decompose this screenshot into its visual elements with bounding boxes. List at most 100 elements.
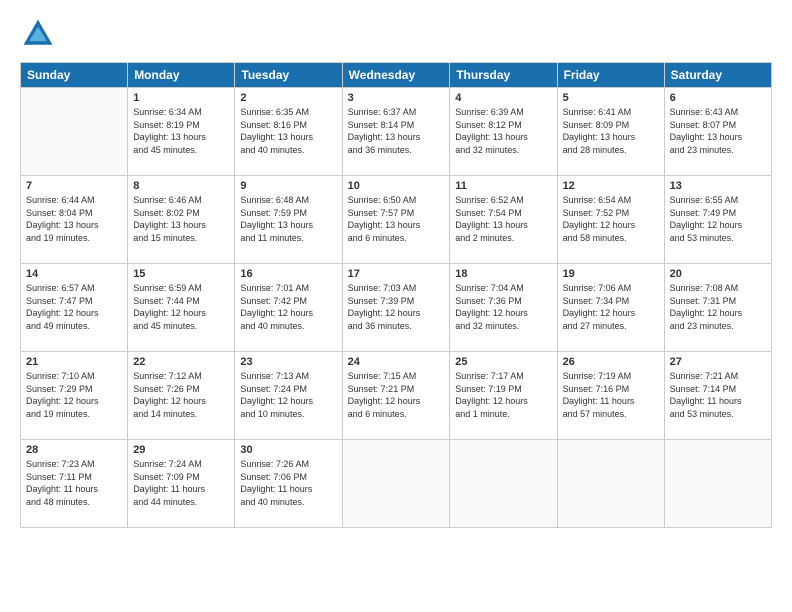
calendar-cell: 16Sunrise: 7:01 AM Sunset: 7:42 PM Dayli… — [235, 264, 342, 352]
calendar-cell — [664, 440, 771, 528]
day-info: Sunrise: 7:03 AM Sunset: 7:39 PM Dayligh… — [348, 282, 445, 332]
calendar-cell: 8 Sunrise: 6:46 AM Sunset: 8:02 PM Daylig… — [128, 176, 235, 264]
calendar-week-4: 21 Sunrise: 7:10 AM Sunset: 7:29 PM Dayli… — [21, 352, 772, 440]
calendar-header-row: SundayMondayTuesdayWednesdayThursdayFrid… — [21, 63, 772, 88]
calendar-cell: 12 Sunrise: 6:54 AM Sunset: 7:52 PM Dayli… — [557, 176, 664, 264]
column-header-tuesday: Tuesday — [235, 63, 342, 88]
day-number: 28 — [26, 444, 122, 456]
day-info: Sunrise: 6:43 AM Sunset: 8:07 PM Dayligh… — [670, 106, 766, 156]
calendar-cell: 27 Sunrise: 7:21 AM Sunset: 7:14 PM Dayli… — [664, 352, 771, 440]
day-info: Sunrise: 7:13 AM Sunset: 7:24 PM Dayligh… — [240, 370, 336, 420]
calendar-cell: 14 Sunrise: 6:57 AM Sunset: 7:47 PM Dayli… — [21, 264, 128, 352]
day-info: Sunrise: 7:24 AM Sunset: 7:09 PM Dayligh… — [133, 458, 229, 508]
calendar-cell: 20 Sunrise: 7:08 AM Sunset: 7:31 PM Dayli… — [664, 264, 771, 352]
calendar-cell: 7 Sunrise: 6:44 AM Sunset: 8:04 PM Daylig… — [21, 176, 128, 264]
calendar-cell — [342, 440, 450, 528]
day-info: Sunrise: 6:52 AM Sunset: 7:54 PM Dayligh… — [455, 194, 551, 244]
day-number: 5 — [563, 92, 659, 104]
day-info: Sunrise: 6:57 AM Sunset: 7:47 PM Dayligh… — [26, 282, 122, 332]
calendar-cell: 26 Sunrise: 7:19 AM Sunset: 7:16 PM Dayli… — [557, 352, 664, 440]
calendar-table: SundayMondayTuesdayWednesdayThursdayFrid… — [20, 62, 772, 528]
calendar-cell: 5 Sunrise: 6:41 AM Sunset: 8:09 PM Daylig… — [557, 88, 664, 176]
column-header-saturday: Saturday — [664, 63, 771, 88]
day-info: Sunrise: 6:54 AM Sunset: 7:52 PM Dayligh… — [563, 194, 659, 244]
day-info: Sunrise: 7:10 AM Sunset: 7:29 PM Dayligh… — [26, 370, 122, 420]
day-number: 17 — [348, 268, 445, 280]
calendar-cell: 30 Sunrise: 7:26 AM Sunset: 7:06 PM Dayli… — [235, 440, 342, 528]
day-number: 8 — [133, 180, 229, 192]
day-info: Sunrise: 6:34 AM Sunset: 8:19 PM Dayligh… — [133, 106, 229, 156]
day-info: Sunrise: 7:23 AM Sunset: 7:11 PM Dayligh… — [26, 458, 122, 508]
day-info: Sunrise: 7:12 AM Sunset: 7:26 PM Dayligh… — [133, 370, 229, 420]
header — [20, 16, 772, 52]
day-number: 3 — [348, 92, 445, 104]
day-number: 20 — [670, 268, 766, 280]
day-number: 14 — [26, 268, 122, 280]
day-number: 22 — [133, 356, 229, 368]
column-header-monday: Monday — [128, 63, 235, 88]
page: SundayMondayTuesdayWednesdayThursdayFrid… — [0, 0, 792, 612]
calendar-cell: 22 Sunrise: 7:12 AM Sunset: 7:26 PM Dayli… — [128, 352, 235, 440]
calendar-week-2: 7 Sunrise: 6:44 AM Sunset: 8:04 PM Daylig… — [21, 176, 772, 264]
day-info: Sunrise: 7:19 AM Sunset: 7:16 PM Dayligh… — [563, 370, 659, 420]
day-number: 26 — [563, 356, 659, 368]
day-info: Sunrise: 6:41 AM Sunset: 8:09 PM Dayligh… — [563, 106, 659, 156]
day-number: 15 — [133, 268, 229, 280]
calendar-cell: 13 Sunrise: 6:55 AM Sunset: 7:49 PM Dayli… — [664, 176, 771, 264]
day-info: Sunrise: 6:59 AM Sunset: 7:44 PM Dayligh… — [133, 282, 229, 332]
day-info: Sunrise: 7:04 AM Sunset: 7:36 PM Dayligh… — [455, 282, 551, 332]
calendar-cell: 25 Sunrise: 7:17 AM Sunset: 7:19 PM Dayli… — [450, 352, 557, 440]
day-info: Sunrise: 6:50 AM Sunset: 7:57 PM Dayligh… — [348, 194, 445, 244]
logo — [20, 16, 60, 52]
day-number: 25 — [455, 356, 551, 368]
day-number: 11 — [455, 180, 551, 192]
day-number: 30 — [240, 444, 336, 456]
calendar-cell: 15 Sunrise: 6:59 AM Sunset: 7:44 PM Dayli… — [128, 264, 235, 352]
day-info: Sunrise: 6:46 AM Sunset: 8:02 PM Dayligh… — [133, 194, 229, 244]
day-number: 4 — [455, 92, 551, 104]
calendar-week-5: 28 Sunrise: 7:23 AM Sunset: 7:11 PM Dayli… — [21, 440, 772, 528]
day-number: 27 — [670, 356, 766, 368]
day-number: 13 — [670, 180, 766, 192]
day-info: Sunrise: 7:21 AM Sunset: 7:14 PM Dayligh… — [670, 370, 766, 420]
day-info: Sunrise: 6:48 AM Sunset: 7:59 PM Dayligh… — [240, 194, 336, 244]
day-number: 7 — [26, 180, 122, 192]
column-header-friday: Friday — [557, 63, 664, 88]
day-info: Sunrise: 7:08 AM Sunset: 7:31 PM Dayligh… — [670, 282, 766, 332]
day-number: 6 — [670, 92, 766, 104]
calendar-cell: 4Sunrise: 6:39 AM Sunset: 8:12 PM Daylig… — [450, 88, 557, 176]
day-number: 12 — [563, 180, 659, 192]
calendar-cell: 9 Sunrise: 6:48 AM Sunset: 7:59 PM Daylig… — [235, 176, 342, 264]
calendar-cell: 28 Sunrise: 7:23 AM Sunset: 7:11 PM Dayli… — [21, 440, 128, 528]
logo-icon — [20, 16, 56, 52]
calendar-cell: 21 Sunrise: 7:10 AM Sunset: 7:29 PM Dayli… — [21, 352, 128, 440]
day-info: Sunrise: 7:17 AM Sunset: 7:19 PM Dayligh… — [455, 370, 551, 420]
calendar-cell — [21, 88, 128, 176]
day-info: Sunrise: 7:26 AM Sunset: 7:06 PM Dayligh… — [240, 458, 336, 508]
calendar-cell: 19Sunrise: 7:06 AM Sunset: 7:34 PM Dayli… — [557, 264, 664, 352]
day-number: 1 — [133, 92, 229, 104]
column-header-thursday: Thursday — [450, 63, 557, 88]
day-info: Sunrise: 6:55 AM Sunset: 7:49 PM Dayligh… — [670, 194, 766, 244]
day-number: 21 — [26, 356, 122, 368]
day-number: 29 — [133, 444, 229, 456]
day-number: 23 — [240, 356, 336, 368]
calendar-week-3: 14 Sunrise: 6:57 AM Sunset: 7:47 PM Dayli… — [21, 264, 772, 352]
calendar-cell: 2Sunrise: 6:35 AM Sunset: 8:16 PM Daylig… — [235, 88, 342, 176]
day-number: 9 — [240, 180, 336, 192]
day-number: 24 — [348, 356, 445, 368]
calendar-cell: 10Sunrise: 6:50 AM Sunset: 7:57 PM Dayli… — [342, 176, 450, 264]
calendar-cell: 1 Sunrise: 6:34 AM Sunset: 8:19 PM Daylig… — [128, 88, 235, 176]
calendar-cell: 29 Sunrise: 7:24 AM Sunset: 7:09 PM Dayli… — [128, 440, 235, 528]
calendar-cell: 17 Sunrise: 7:03 AM Sunset: 7:39 PM Dayli… — [342, 264, 450, 352]
calendar-cell: 3Sunrise: 6:37 AM Sunset: 8:14 PM Daylig… — [342, 88, 450, 176]
calendar-cell — [450, 440, 557, 528]
calendar-cell: 6 Sunrise: 6:43 AM Sunset: 8:07 PM Daylig… — [664, 88, 771, 176]
day-info: Sunrise: 7:15 AM Sunset: 7:21 PM Dayligh… — [348, 370, 445, 420]
day-info: Sunrise: 6:44 AM Sunset: 8:04 PM Dayligh… — [26, 194, 122, 244]
calendar-cell: 18 Sunrise: 7:04 AM Sunset: 7:36 PM Dayli… — [450, 264, 557, 352]
day-info: Sunrise: 7:01 AM Sunset: 7:42 PM Dayligh… — [240, 282, 336, 332]
column-header-sunday: Sunday — [21, 63, 128, 88]
calendar-cell: 23 Sunrise: 7:13 AM Sunset: 7:24 PM Dayli… — [235, 352, 342, 440]
day-number: 18 — [455, 268, 551, 280]
